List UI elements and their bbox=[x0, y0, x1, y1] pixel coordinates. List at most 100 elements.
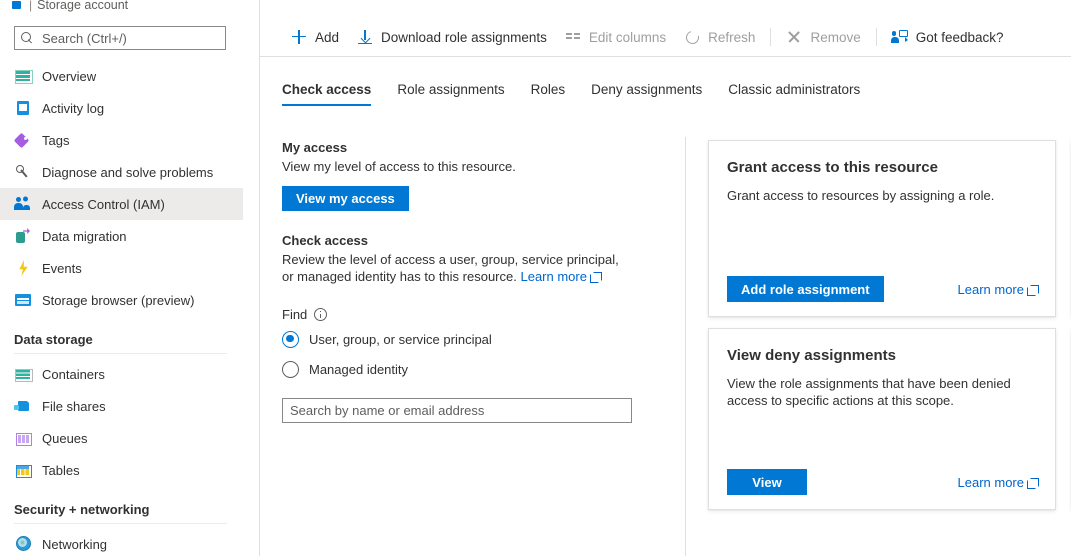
learn-more-label: Learn more bbox=[958, 475, 1024, 490]
tab-roles[interactable]: Roles bbox=[531, 72, 566, 106]
add-role-assignment-button[interactable]: Add role assignment bbox=[727, 276, 884, 302]
sidebar-item-label: Queues bbox=[42, 431, 88, 446]
download-button-label: Download role assignments bbox=[381, 30, 547, 45]
storage-browser-icon bbox=[14, 291, 32, 309]
sidebar-item-tables[interactable]: Tables bbox=[0, 454, 243, 486]
info-icon[interactable] bbox=[314, 308, 327, 321]
card-description: View the role assignments that have been… bbox=[727, 375, 1037, 409]
sidebar-item-storage-browser[interactable]: Storage browser (preview) bbox=[0, 284, 243, 316]
check-access-left-column: My access View my level of access to thi… bbox=[282, 140, 682, 423]
sidebar-item-overview[interactable]: Overview bbox=[0, 60, 243, 92]
radio-button-icon[interactable] bbox=[282, 331, 299, 348]
view-deny-assignments-button[interactable]: View bbox=[727, 469, 807, 495]
card-title: View deny assignments bbox=[727, 347, 1037, 364]
sidebar-item-file-shares[interactable]: File shares bbox=[0, 390, 243, 422]
grant-access-learn-more-link[interactable]: Learn more bbox=[958, 282, 1024, 297]
card-learn-more: Learn more bbox=[958, 282, 1037, 297]
wrench-icon bbox=[14, 163, 32, 181]
radio-managed-identity[interactable]: Managed identity bbox=[282, 356, 682, 382]
external-link-icon bbox=[590, 272, 600, 282]
card-view-deny-assignments: View deny assignments View the role assi… bbox=[708, 328, 1056, 510]
tab-label: Role assignments bbox=[397, 82, 504, 97]
got-feedback-button[interactable]: Got feedback? bbox=[883, 22, 1013, 52]
sidebar-item-events[interactable]: Events bbox=[0, 252, 243, 284]
tab-label: Classic administrators bbox=[728, 82, 860, 97]
sidebar-item-diagnose[interactable]: Diagnose and solve problems bbox=[0, 156, 243, 188]
sidebar-search bbox=[14, 26, 226, 50]
main-panel: Add Download role assignments Edit colum… bbox=[260, 0, 1071, 556]
collapse-sidebar-button[interactable]: « bbox=[236, 28, 243, 48]
download-icon bbox=[357, 29, 373, 45]
sidebar-item-label: Tables bbox=[42, 463, 80, 478]
principal-search-input[interactable] bbox=[282, 398, 632, 423]
command-toolbar: Add Download role assignments Edit colum… bbox=[260, 18, 1071, 56]
radio-button-icon[interactable] bbox=[282, 361, 299, 378]
containers-icon bbox=[14, 365, 32, 383]
tab-content-check-access: My access View my level of access to thi… bbox=[260, 126, 1071, 556]
sidebar-item-access-control[interactable]: Access Control (IAM) bbox=[0, 188, 243, 220]
sidebar-group-divider bbox=[14, 353, 227, 354]
search-box[interactable] bbox=[14, 26, 226, 50]
sidebar-item-label: File shares bbox=[42, 399, 106, 414]
card-description: Grant access to resources by assigning a… bbox=[727, 187, 1037, 204]
access-control-icon bbox=[14, 195, 32, 213]
check-access-learn-more-link[interactable]: Learn more bbox=[520, 269, 586, 284]
tab-deny-assignments[interactable]: Deny assignments bbox=[591, 72, 702, 106]
data-migration-icon bbox=[14, 227, 32, 245]
card-title: Grant access to this resource bbox=[727, 159, 1037, 176]
edit-columns-button[interactable]: Edit columns bbox=[556, 22, 675, 52]
card-learn-more: Learn more bbox=[958, 475, 1037, 490]
toolbar-separator bbox=[770, 28, 771, 46]
sidebar-item-label: Overview bbox=[42, 69, 96, 84]
sidebar-item-label: Containers bbox=[42, 367, 105, 382]
tab-label: Check access bbox=[282, 82, 371, 97]
sidebar-item-queues[interactable]: Queues bbox=[0, 422, 243, 454]
got-feedback-button-label: Got feedback? bbox=[916, 30, 1004, 45]
refresh-button-label: Refresh bbox=[708, 30, 755, 45]
breadcrumb-separator: | bbox=[29, 0, 32, 12]
sidebar-item-containers[interactable]: Containers bbox=[0, 358, 243, 390]
sidebar-item-data-migration[interactable]: Data migration bbox=[0, 220, 243, 252]
add-button-label: Add bbox=[315, 30, 339, 45]
toolbar-divider bbox=[260, 56, 1071, 57]
tab-role-assignments[interactable]: Role assignments bbox=[397, 72, 504, 106]
plus-icon bbox=[291, 29, 307, 45]
remove-button[interactable]: Remove bbox=[777, 22, 869, 52]
columns-icon bbox=[565, 29, 581, 45]
view-my-access-button[interactable]: View my access bbox=[282, 186, 409, 211]
download-role-assignments-button[interactable]: Download role assignments bbox=[348, 22, 556, 52]
sidebar-item-activity-log[interactable]: Activity log bbox=[0, 92, 243, 124]
sidebar-item-label: Storage browser (preview) bbox=[42, 293, 194, 308]
check-access-title: Check access bbox=[282, 233, 682, 248]
sidebar-item-networking[interactable]: Networking bbox=[0, 528, 243, 556]
search-icon bbox=[21, 32, 34, 45]
events-icon bbox=[14, 259, 32, 277]
close-x-icon bbox=[786, 29, 802, 45]
toolbar-separator bbox=[876, 28, 877, 46]
tab-label: Roles bbox=[531, 82, 566, 97]
sidebar-item-tags[interactable]: Tags bbox=[0, 124, 243, 156]
refresh-icon bbox=[684, 29, 700, 45]
sidebar-item-label: Tags bbox=[42, 133, 69, 148]
check-access-description: Review the level of access a user, group… bbox=[282, 251, 622, 285]
deny-assignments-learn-more-link[interactable]: Learn more bbox=[958, 475, 1024, 490]
radio-label: Managed identity bbox=[309, 362, 408, 377]
search-input[interactable] bbox=[40, 30, 219, 47]
file-shares-icon bbox=[14, 397, 32, 415]
radio-label: User, group, or service principal bbox=[309, 332, 492, 347]
tab-check-access[interactable]: Check access bbox=[282, 72, 371, 106]
card-footer: Add role assignment Learn more bbox=[727, 276, 1037, 302]
refresh-button[interactable]: Refresh bbox=[675, 22, 764, 52]
queues-icon bbox=[14, 429, 32, 447]
sidebar-nav-list: Overview Activity log Tags Diagnose and … bbox=[0, 60, 243, 556]
learn-more-label: Learn more bbox=[520, 269, 586, 284]
sidebar-item-label: Access Control (IAM) bbox=[42, 197, 165, 212]
add-button[interactable]: Add bbox=[282, 22, 348, 52]
tab-classic-administrators[interactable]: Classic administrators bbox=[728, 72, 860, 106]
learn-more-label: Learn more bbox=[958, 282, 1024, 297]
radio-user-group-service-principal[interactable]: User, group, or service principal bbox=[282, 326, 682, 352]
remove-button-label: Remove bbox=[810, 30, 860, 45]
card-footer: View Learn more bbox=[727, 469, 1037, 495]
storage-account-icon bbox=[10, 0, 24, 12]
find-row: Find bbox=[282, 307, 682, 322]
